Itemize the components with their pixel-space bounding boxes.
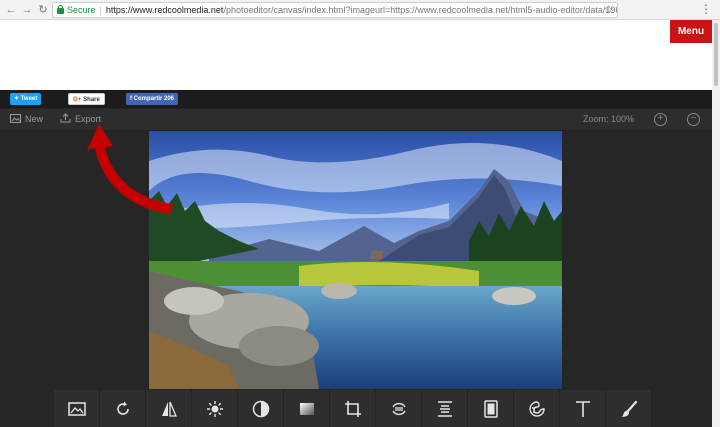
- brightness-icon: [206, 400, 223, 417]
- lock-icon: [57, 5, 64, 14]
- tool-orientation[interactable]: [376, 390, 422, 427]
- google-share-button[interactable]: G+ Share: [68, 93, 105, 105]
- back-arrow-icon[interactable]: ←: [4, 3, 18, 17]
- tweet-label: Tweet: [20, 96, 38, 102]
- url-separator: |: [99, 5, 102, 15]
- frame-icon: [483, 399, 498, 418]
- crop-icon: [344, 400, 361, 417]
- tool-text[interactable]: [560, 390, 606, 427]
- browser-menu-icon[interactable]: ⋮: [700, 2, 712, 16]
- rotate-icon: [116, 401, 129, 415]
- tool-crop[interactable]: [330, 390, 376, 427]
- share-bar: [0, 90, 712, 108]
- tool-brightness[interactable]: [192, 390, 238, 427]
- align-icon: [437, 400, 452, 417]
- tool-frame[interactable]: [468, 390, 514, 427]
- tool-contrast[interactable]: [238, 390, 284, 427]
- tool-flip[interactable]: [146, 390, 192, 427]
- image-icon: [67, 401, 86, 416]
- zoom-in-icon[interactable]: +: [654, 113, 667, 126]
- zoom-level: Zoom: 100%: [583, 114, 635, 124]
- address-bar[interactable]: Secure | https://www.redcoolmedia.net/phot…: [52, 2, 618, 18]
- contrast-icon: [252, 400, 269, 417]
- tweet-button[interactable]: ✦ Tweet: [10, 93, 42, 105]
- new-label: New: [25, 114, 44, 124]
- tool-rotate[interactable]: [100, 390, 146, 427]
- zoom-out-icon[interactable]: −: [687, 113, 700, 126]
- flip-icon: [161, 401, 177, 417]
- export-icon: [60, 113, 71, 123]
- url-host: https://www.redcoolmedia.net: [105, 5, 224, 15]
- facebook-share-button[interactable]: f Compartir 206: [126, 93, 179, 105]
- menu-button[interactable]: Menu: [670, 20, 712, 43]
- new-button[interactable]: New: [10, 113, 43, 125]
- facebook-share-label: Compartir 206: [133, 96, 175, 102]
- google-share-label: Share: [83, 97, 100, 103]
- secure-label: Secure: [67, 5, 96, 15]
- gradient-icon: [299, 402, 314, 415]
- url-path: /photoeditor/canvas/index.html?imageurl=…: [223, 5, 618, 15]
- brush-icon: [621, 400, 637, 417]
- scrollbar-thumb[interactable]: [714, 23, 718, 86]
- tool-align[interactable]: [422, 390, 468, 427]
- bookmark-star-icon[interactable]: ☆: [604, 3, 614, 16]
- tool-gradient[interactable]: [284, 390, 330, 427]
- canvas-image[interactable]: [149, 131, 562, 389]
- forward-arrow-icon[interactable]: →: [20, 3, 34, 17]
- tool-image[interactable]: [54, 390, 100, 427]
- new-image-icon: [10, 114, 21, 123]
- annotation-arrow: [87, 124, 173, 214]
- text-icon: [575, 400, 590, 417]
- tool-sticker[interactable]: [514, 390, 560, 427]
- orientation-icon: [391, 402, 406, 415]
- google-plus-icon: G+: [73, 97, 82, 103]
- reload-icon[interactable]: ↻: [36, 3, 50, 17]
- sticker-icon: [528, 400, 545, 417]
- tool-brush[interactable]: [606, 390, 652, 427]
